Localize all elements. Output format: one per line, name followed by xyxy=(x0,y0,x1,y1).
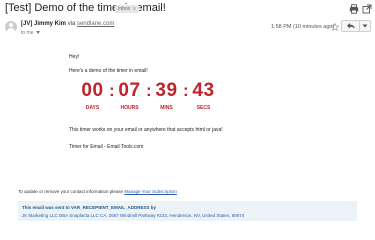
recipient-info-box: This email was sent to VAR_RECEPIENT_EMA… xyxy=(18,201,357,221)
intro-text: Here's a demo of the timer in email! xyxy=(69,68,148,74)
timer-hours-label: HOURS xyxy=(120,105,139,111)
reply-button[interactable] xyxy=(341,20,360,32)
via-domain[interactable]: sendlane.com xyxy=(77,21,114,27)
timer-days-label: DAYS xyxy=(85,105,100,111)
email-subject: [Test] Demo of the timer in email! xyxy=(5,2,166,14)
timer-separator: : xyxy=(146,81,152,100)
remove-label-icon[interactable]: x xyxy=(133,6,136,12)
chevron-down-icon[interactable] xyxy=(35,31,40,35)
manage-subscription-link[interactable]: Manage Your Subscription xyxy=(124,189,177,194)
recipient-dropdown[interactable]: to me xyxy=(21,30,40,36)
timer-secs-value: 43 xyxy=(192,80,215,101)
countdown-timer: 00 DAYS : 07 HOURS : 39 MINS : 43 SECS xyxy=(80,80,216,114)
sender-name[interactable]: [JV] Jimmy Kim xyxy=(21,21,66,27)
sender-info: [JV] Jimmy Kim via sendlane.com xyxy=(21,21,114,27)
to-text: to me xyxy=(21,30,34,36)
timer-info-text: This timer works on your email or anywhe… xyxy=(69,127,223,133)
sender-address[interactable]: JK Marketing LLC DBA Snaplacta LLC CA, 2… xyxy=(22,213,244,218)
timer-mins-label: MINS xyxy=(160,105,173,111)
timer-days: 00 DAYS xyxy=(80,80,105,112)
inbox-label-badge[interactable]: Inbox x xyxy=(115,5,139,13)
timer-secs: 43 SECS xyxy=(191,80,216,112)
greeting-text: Hey! xyxy=(69,54,80,60)
timer-hours: 07 HOURS xyxy=(117,80,142,112)
sender-row: [JV] Jimmy Kim via sendlane.com to me 1:… xyxy=(0,20,375,42)
subscription-footer: To update or remove your contact informa… xyxy=(18,189,177,194)
print-icon[interactable] xyxy=(349,4,359,14)
timer-hours-value: 07 xyxy=(118,80,141,101)
chevron-down-icon xyxy=(362,24,368,28)
email-header: [Test] Demo of the timer in email! Inbox… xyxy=(0,0,375,18)
star-icon[interactable] xyxy=(331,23,339,31)
timer-mins: 39 MINS xyxy=(154,80,179,112)
via-text: via xyxy=(67,21,76,27)
inbox-label-text: Inbox xyxy=(118,6,131,12)
update-contact-text: To update or remove your contact informa… xyxy=(18,189,124,194)
popout-icon[interactable] xyxy=(362,4,372,14)
timer-separator: : xyxy=(109,81,115,100)
email-timestamp: 1:58 PM (10 minutes ago) xyxy=(271,24,335,30)
more-options-button[interactable] xyxy=(359,20,371,32)
timer-secs-label: SECS xyxy=(196,105,211,111)
recipient-text: This email was sent to VAR_RECEPIENT_EMA… xyxy=(22,205,156,210)
timer-separator: : xyxy=(183,81,189,100)
timer-mins-value: 39 xyxy=(155,80,178,101)
timer-days-value: 00 xyxy=(81,80,104,101)
timer-source-text: Timer for Email - Email Tools.com xyxy=(69,144,144,150)
avatar-icon xyxy=(5,21,17,33)
reply-icon xyxy=(346,23,355,29)
